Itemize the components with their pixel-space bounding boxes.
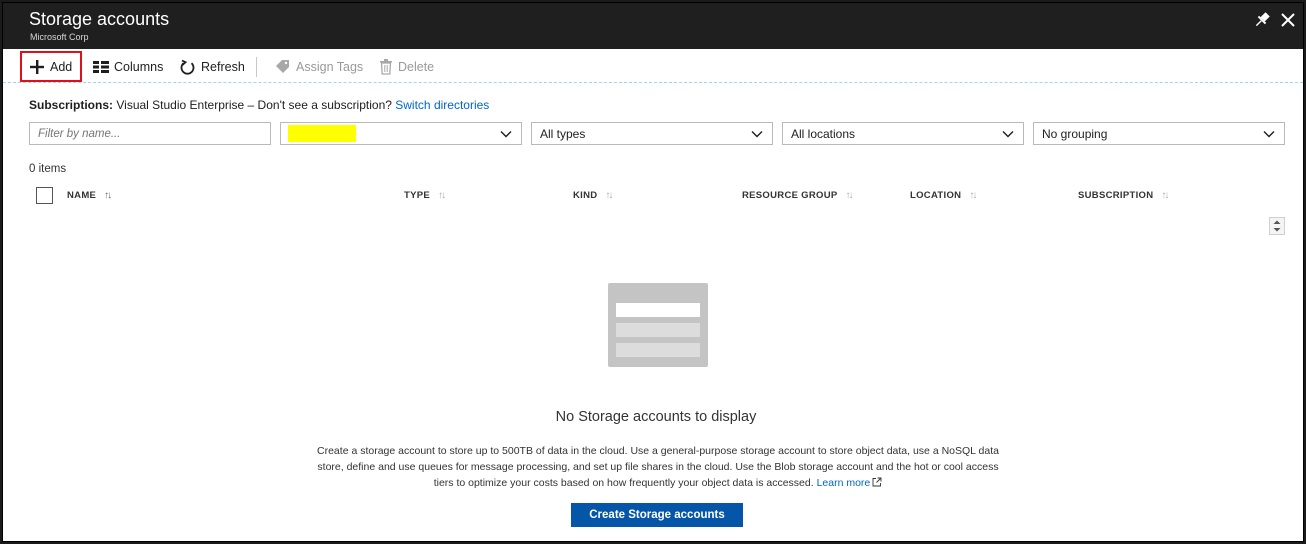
filter-by-name-input[interactable] <box>38 127 262 140</box>
blade-subtitle: Microsoft Corp <box>30 32 89 42</box>
sort-icon: ↑↓ <box>104 190 112 201</box>
chevron-down-icon <box>751 131 763 138</box>
plus-icon <box>30 59 44 74</box>
assign-tags-button[interactable]: Assign Tags <box>269 53 369 81</box>
column-header-type[interactable]: TYPE ↑↓ <box>404 190 446 201</box>
redacted-subscription-value <box>288 125 356 142</box>
sort-icon: ↑↓ <box>1161 190 1169 201</box>
toolbar-divider <box>256 57 257 77</box>
storage-accounts-blade: Storage accounts Microsoft Corp Add Colu… <box>2 2 1304 542</box>
add-button[interactable]: Add <box>20 51 83 82</box>
chevron-down-icon <box>1002 131 1014 138</box>
columns-icon <box>93 61 109 73</box>
columns-button[interactable]: Columns <box>87 53 169 81</box>
chevron-down-icon <box>1263 131 1275 138</box>
pin-icon[interactable] <box>1251 9 1273 31</box>
location-dropdown[interactable]: All locations <box>782 122 1024 145</box>
assign-tags-label: Assign Tags <box>296 60 364 74</box>
type-dropdown-value: All types <box>540 126 586 141</box>
select-all-checkbox[interactable] <box>36 187 53 204</box>
blade-header: Storage accounts Microsoft Corp <box>3 3 1303 49</box>
external-link-icon <box>872 477 882 487</box>
scroll-arrows-icon[interactable] <box>1269 217 1285 235</box>
grouping-dropdown-value: No grouping <box>1042 126 1108 141</box>
sort-icon: ↑↓ <box>438 190 446 201</box>
location-dropdown-value: All locations <box>791 126 856 141</box>
sort-icon: ↑↓ <box>605 190 613 201</box>
subscriptions-line: Subscriptions: Visual Studio Enterprise … <box>29 98 489 112</box>
columns-label: Columns <box>114 60 164 74</box>
subscription-dropdown[interactable] <box>280 122 522 145</box>
column-header-label: SUBSCRIPTION <box>1078 190 1154 201</box>
refresh-label: Refresh <box>201 60 245 74</box>
switch-directories-link[interactable]: Switch directories <box>395 98 489 112</box>
column-header-label: NAME <box>67 190 97 201</box>
empty-state-description: Create a storage account to store up to … <box>313 443 1003 491</box>
column-header-subscription[interactable]: SUBSCRIPTION ↑↓ <box>1078 190 1169 201</box>
filter-by-name-field[interactable] <box>29 122 271 145</box>
column-header-kind[interactable]: KIND ↑↓ <box>573 190 613 201</box>
empty-state-description-text: Create a storage account to store up to … <box>317 445 999 489</box>
type-dropdown[interactable]: All types <box>531 122 773 145</box>
column-header-label: KIND <box>573 190 598 201</box>
close-icon[interactable] <box>1277 9 1299 31</box>
column-header-resource-group[interactable]: RESOURCE GROUP ↑↓ <box>742 190 854 201</box>
item-count: 0 items <box>29 163 67 175</box>
refresh-icon <box>180 59 195 74</box>
refresh-button[interactable]: Refresh <box>173 53 251 81</box>
column-header-label: RESOURCE GROUP <box>742 190 838 201</box>
chevron-down-icon <box>500 131 512 138</box>
blade-title: Storage accounts <box>29 9 170 29</box>
command-bar: Add Columns Refresh Assign Tags Delete <box>3 49 1303 83</box>
add-label: Add <box>50 59 73 74</box>
subscriptions-value: Visual Studio Enterprise – Don't see a s… <box>116 98 392 112</box>
sort-icon: ↑↓ <box>845 190 854 201</box>
sort-icon: ↑↓ <box>969 190 977 201</box>
grouping-dropdown[interactable]: No grouping <box>1033 122 1285 145</box>
column-header-location[interactable]: LOCATION ↑↓ <box>910 190 977 201</box>
create-storage-accounts-button[interactable]: Create Storage accounts <box>571 503 743 527</box>
delete-button[interactable]: Delete <box>373 53 440 81</box>
tag-icon <box>276 60 289 73</box>
column-header-label: LOCATION <box>910 190 962 201</box>
learn-more-label: Learn more <box>816 477 871 489</box>
empty-list-icon <box>608 283 708 367</box>
column-header-label: TYPE <box>404 190 431 201</box>
table-header: NAME ↑↓ TYPE ↑↓ KIND ↑↓ RESOURCE GROUP ↑↓ LO… <box>3 185 1303 209</box>
delete-label: Delete <box>398 60 435 74</box>
learn-more-link[interactable]: Learn more <box>817 477 883 489</box>
subscriptions-label: Subscriptions: <box>29 98 114 112</box>
trash-icon <box>380 59 392 75</box>
empty-state-title: No Storage accounts to display <box>555 409 757 425</box>
column-header-name[interactable]: NAME ↑↓ <box>67 190 112 201</box>
